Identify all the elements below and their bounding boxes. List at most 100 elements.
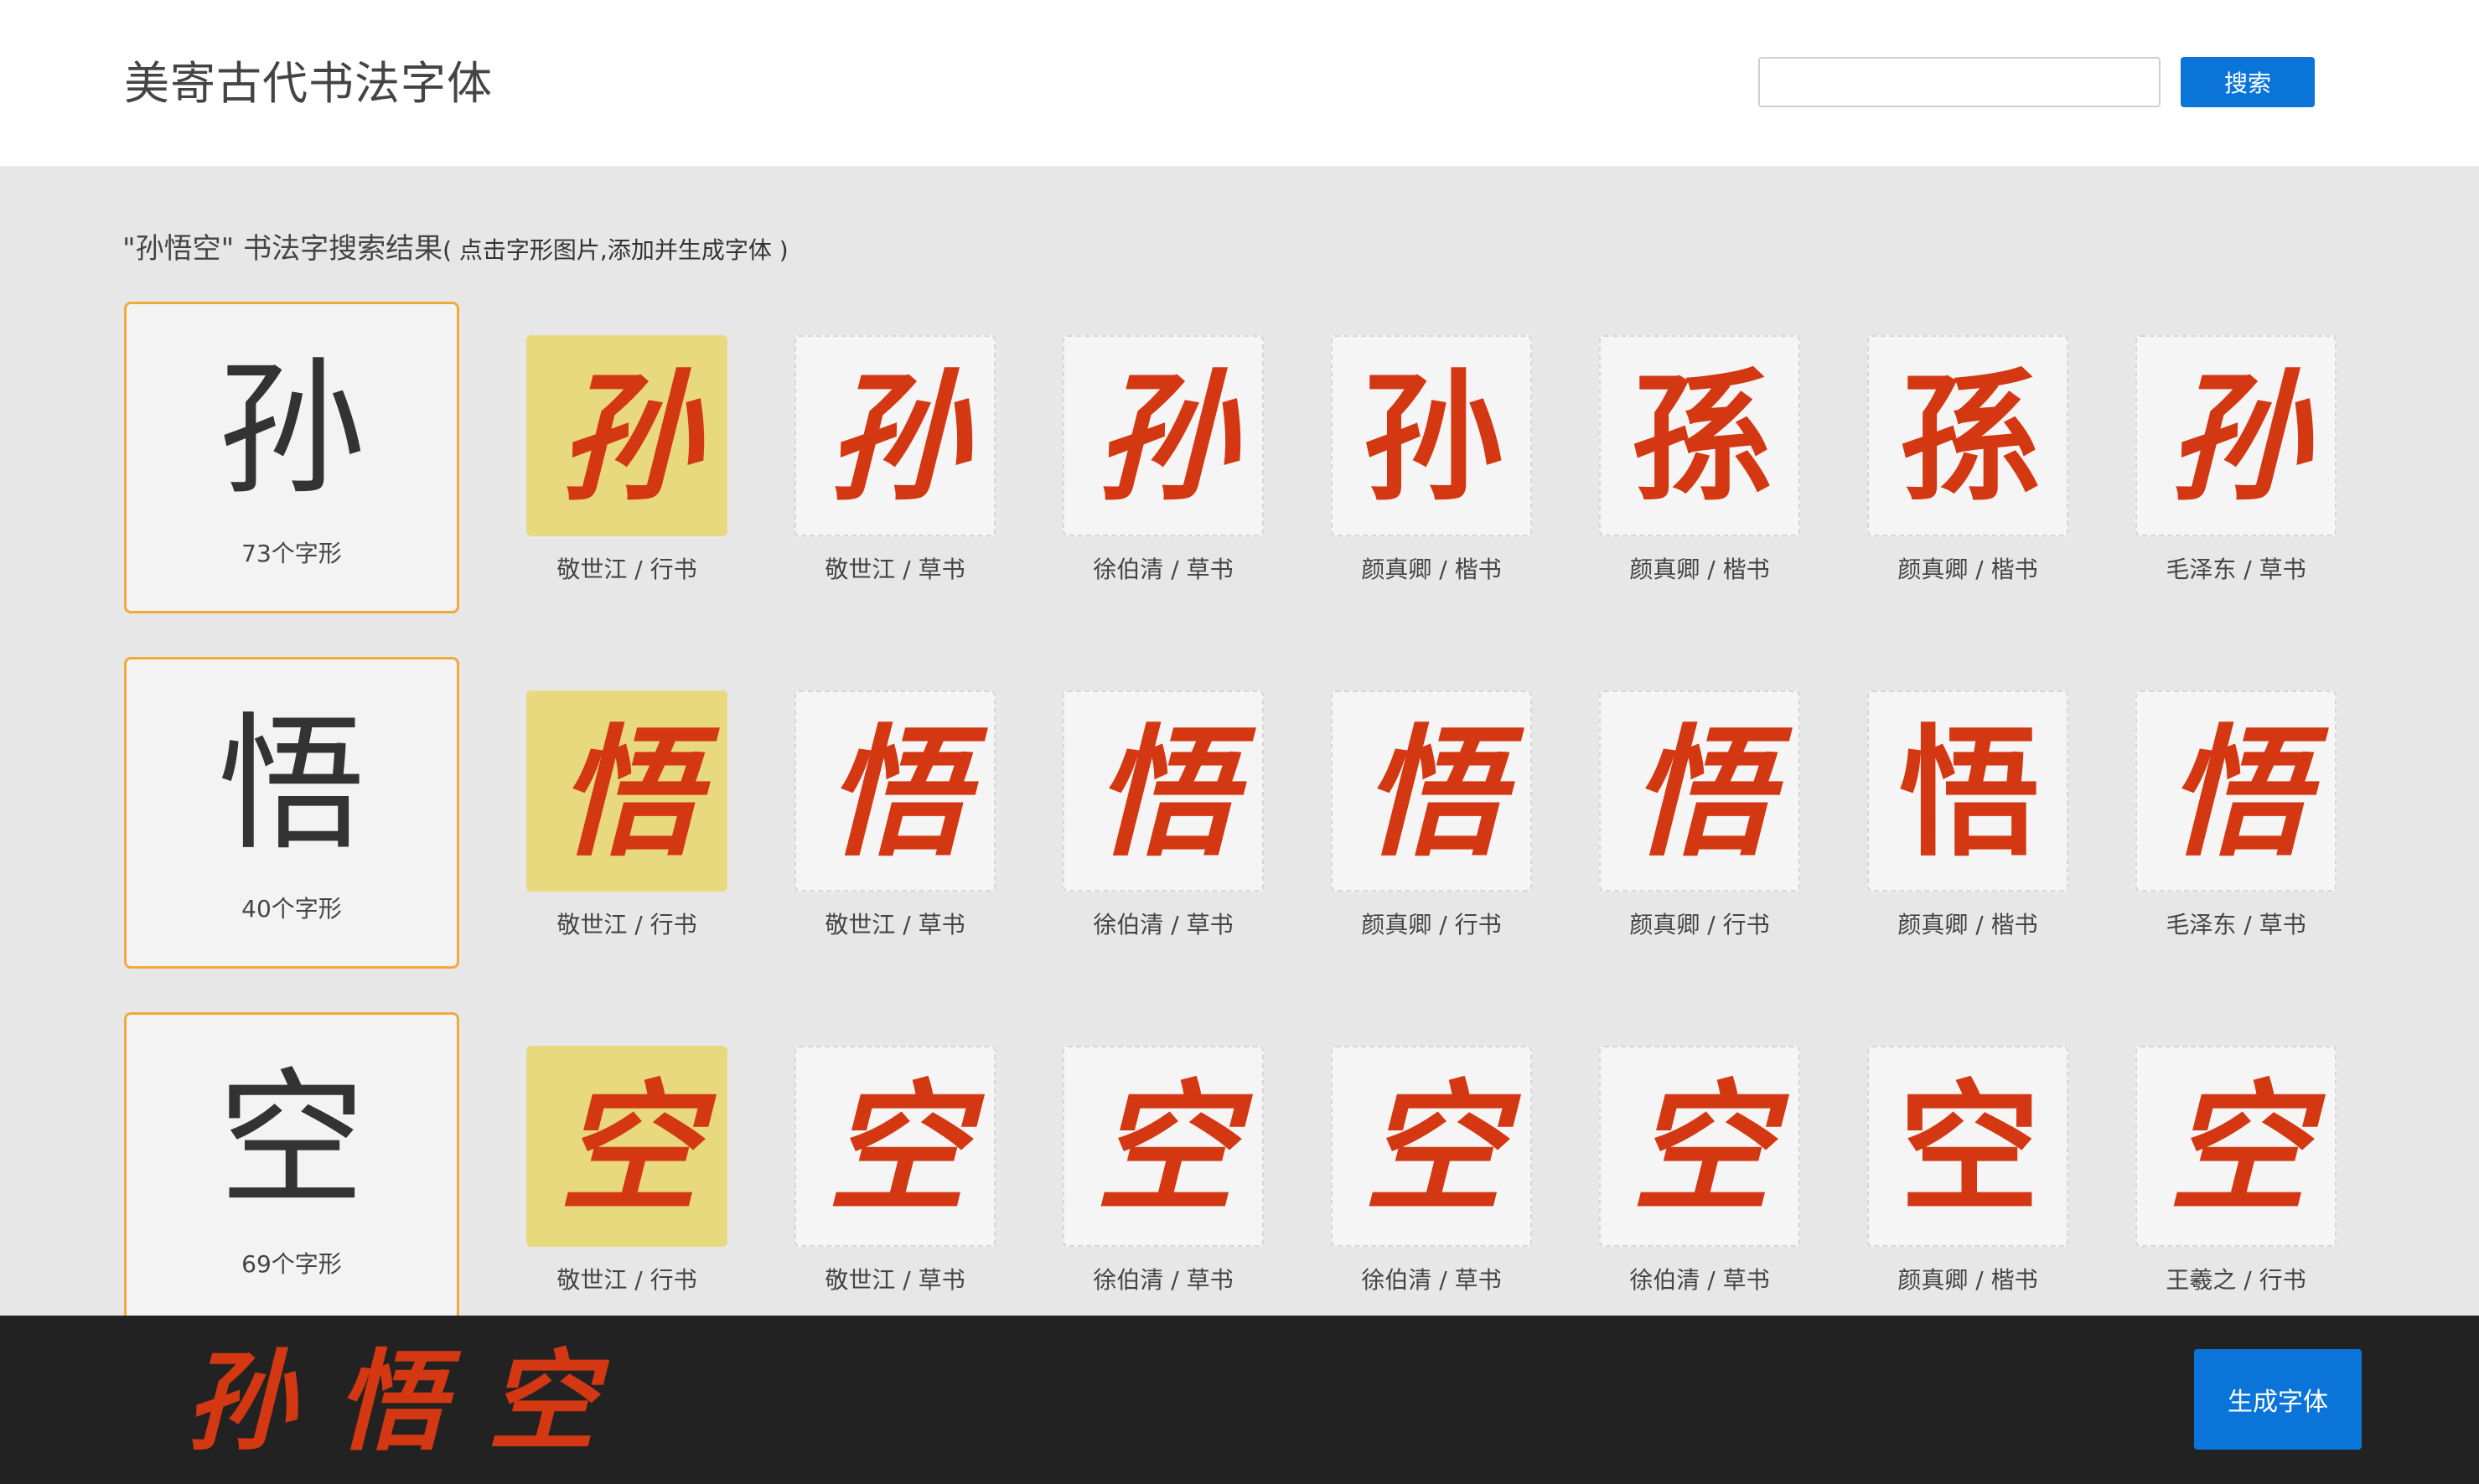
glyph-label: 颜真卿 / 行书 [1629,911,1770,938]
glyph-label: 颜真卿 / 楷书 [1629,556,1770,583]
glyph-tile[interactable]: 孙 [1331,335,1532,536]
glyph-tile[interactable]: 悟 [526,690,727,892]
glyph-label: 徐伯清 / 草书 [1093,1266,1234,1294]
glyph-image: 孙 [558,354,699,520]
search-input[interactable] [1758,57,2161,107]
glyph-image: 孫 [1631,354,1772,520]
char-row: 悟 40个字形悟敬世江 / 行书悟敬世江 / 草书悟徐伯清 / 草书悟颜真卿 / … [0,657,2479,972]
glyph-tile[interactable]: 悟 [1063,690,1264,892]
glyph-image: 孙 [1095,354,1235,520]
glyph-image: 空 [2167,1065,2308,1231]
char-row: 孙 73个字形孙敬世江 / 行书孙敬世江 / 草书孙徐伯清 / 草书孙颜真卿 / … [0,302,2479,617]
glyph-label: 颜真卿 / 楷书 [1897,911,2038,938]
glyph-item: 悟颜真卿 / 行书 [1331,690,1532,942]
query-char: 孙 [217,344,365,515]
generate-font-button[interactable]: 生成字体 [2194,1349,2362,1450]
glyph-tile[interactable]: 孙 [794,335,996,536]
site-title[interactable]: 美寄古代书法字体 [124,50,493,117]
glyph-label: 颜真卿 / 楷书 [1361,556,1502,583]
glyph-label: 徐伯清 / 草书 [1093,556,1234,583]
results-hint: ( 点击字形图片,添加并生成字体 ) [442,236,789,264]
glyph-label: 敬世江 / 草书 [825,556,965,583]
glyph-item: 空徐伯清 / 草书 [1063,1046,1264,1297]
top-header: 美寄古代书法字体 搜索 [0,0,2479,166]
glyph-tile[interactable]: 悟 [2135,690,2337,892]
glyph-image: 孙 [1363,354,1503,520]
glyph-tile[interactable]: 孙 [1063,335,1264,536]
search-button[interactable]: 搜索 [2181,57,2315,107]
glyph-image: 空 [1363,1065,1503,1231]
glyph-item: 孫颜真卿 / 楷书 [1599,335,1800,587]
char-card[interactable]: 孙 73个字形 [124,302,459,613]
glyph-item: 孙颜真卿 / 楷书 [1331,335,1532,587]
glyph-image: 孫 [1899,354,2040,520]
glyph-tile[interactable]: 空 [1867,1046,2068,1247]
glyph-tile[interactable]: 空 [794,1046,996,1247]
glyph-count: 73个字形 [241,540,342,567]
glyph-label: 敬世江 / 行书 [556,556,697,583]
glyph-tile[interactable]: 孙 [2135,335,2337,536]
preview-char: 空 [486,1337,596,1466]
glyph-count: 40个字形 [241,895,342,923]
glyph-item: 孙毛泽东 / 草书 [2135,335,2337,587]
glyph-label: 颜真卿 / 楷书 [1897,556,2038,583]
glyph-tile[interactable]: 空 [2135,1046,2337,1247]
results-heading: "孙悟空" 书法字搜索结果( 点击字形图片,添加并生成字体 ) [122,228,789,271]
char-row: 空 69个字形空敬世江 / 行书空敬世江 / 草书空徐伯清 / 草书空徐伯清 / … [0,1012,2479,1327]
glyph-tile[interactable]: 悟 [1867,690,2068,892]
glyph-count: 69个字形 [241,1250,342,1278]
query-char: 空 [217,1054,365,1226]
glyph-image: 空 [826,1065,967,1231]
query-char: 悟 [217,699,365,871]
glyph-label: 徐伯清 / 草书 [1361,1266,1502,1294]
glyph-image: 孙 [2167,354,2308,520]
bottom-bar: 孙悟空 生成字体 [0,1316,2479,1484]
glyph-label: 王羲之 / 行书 [2166,1266,2306,1294]
glyph-tile[interactable]: 空 [1331,1046,1532,1247]
glyph-image: 悟 [1363,710,1503,876]
glyph-label: 敬世江 / 草书 [825,911,965,938]
glyph-item: 空颜真卿 / 楷书 [1867,1046,2068,1297]
glyph-item: 空敬世江 / 草书 [794,1046,996,1297]
glyph-image: 悟 [826,710,967,876]
glyph-tile[interactable]: 空 [1599,1046,1800,1247]
glyph-label: 徐伯清 / 草书 [1093,911,1234,938]
glyph-label: 颜真卿 / 行书 [1361,911,1502,938]
glyph-item: 孙敬世江 / 草书 [794,335,996,587]
glyph-item: 悟毛泽东 / 草书 [2135,690,2337,942]
glyph-item: 悟颜真卿 / 楷书 [1867,690,2068,942]
glyph-label: 敬世江 / 行书 [556,911,697,938]
preview-char: 孙 [184,1337,294,1466]
glyph-image: 悟 [1899,710,2040,876]
glyph-tile[interactable]: 空 [1063,1046,1264,1247]
glyph-image: 空 [1899,1065,2040,1231]
glyph-tile[interactable]: 孫 [1599,335,1800,536]
glyph-label: 徐伯清 / 草书 [1629,1266,1770,1294]
glyph-label: 敬世江 / 草书 [825,1266,965,1294]
glyph-image: 悟 [1631,710,1772,876]
glyph-label: 毛泽东 / 草书 [2166,556,2306,583]
glyph-tile[interactable]: 悟 [794,690,996,892]
preview-char: 悟 [335,1337,445,1466]
glyph-item: 空徐伯清 / 草书 [1331,1046,1532,1297]
char-card[interactable]: 空 69个字形 [124,1012,459,1324]
glyph-tile[interactable]: 悟 [1331,690,1532,892]
glyph-item: 空徐伯清 / 草书 [1599,1046,1800,1297]
glyph-tile[interactable]: 孫 [1867,335,2068,536]
glyph-item: 空敬世江 / 行书 [526,1046,727,1297]
glyph-label: 颜真卿 / 楷书 [1897,1266,2038,1294]
glyph-item: 悟徐伯清 / 草书 [1063,690,1264,942]
glyph-image: 空 [558,1065,699,1231]
char-card[interactable]: 悟 40个字形 [124,657,459,969]
glyph-item: 悟敬世江 / 草书 [794,690,996,942]
glyph-image: 悟 [1095,710,1235,876]
glyph-tile[interactable]: 孙 [526,335,727,536]
glyph-tile[interactable]: 空 [526,1046,727,1247]
glyph-item: 孫颜真卿 / 楷书 [1867,335,2068,587]
results-query: "孙悟空" [122,232,235,266]
glyph-tile[interactable]: 悟 [1599,690,1800,892]
glyph-item: 悟颜真卿 / 行书 [1599,690,1800,942]
glyph-label: 毛泽东 / 草书 [2166,911,2306,938]
glyph-item: 孙徐伯清 / 草书 [1063,335,1264,587]
results-title: 书法字搜索结果 [234,232,443,266]
